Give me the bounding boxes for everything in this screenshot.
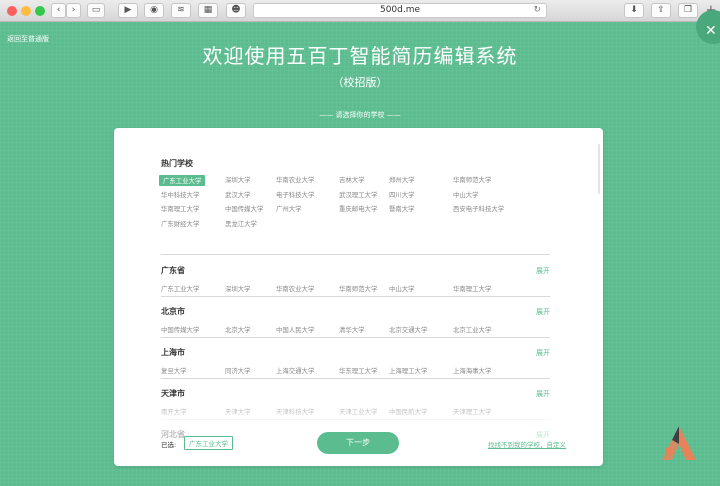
hot-school-chip[interactable]: 深圳大学 <box>225 175 251 184</box>
region-school-chip[interactable]: 中山大学 <box>389 284 415 293</box>
region-school-chip[interactable]: 华东理工大学 <box>339 366 377 375</box>
hot-school-chip[interactable]: 西安电子科技大学 <box>453 204 504 213</box>
hot-school-chip[interactable]: 广东财经大学 <box>161 219 199 228</box>
address-bar[interactable]: 500d.me ↻ <box>253 3 547 18</box>
hot-school-chip[interactable]: 吉林大学 <box>339 175 365 184</box>
region-school-chip[interactable]: 深圳大学 <box>225 284 251 293</box>
hot-school-chip[interactable]: 华南理工大学 <box>161 204 199 213</box>
region-school-chip[interactable]: 北京交通大学 <box>389 325 427 334</box>
scrollbar[interactable] <box>598 144 600 194</box>
hot-school-chip[interactable]: 四川大学 <box>389 190 415 199</box>
minimize-window-button[interactable] <box>21 6 31 16</box>
hot-school-chip[interactable]: 武汉理工大学 <box>339 190 377 199</box>
region-school-chip[interactable]: 同济大学 <box>225 366 251 375</box>
back-icon[interactable]: ‹ <box>51 3 66 18</box>
region-title: 广东省 <box>161 265 185 275</box>
share-icon[interactable]: ⇪ <box>651 3 671 18</box>
region-school-chip[interactable]: 清华大学 <box>339 325 365 334</box>
region-school-chip[interactable]: 北京大学 <box>225 325 251 334</box>
selected-label: 已选: <box>161 441 177 449</box>
tabs-icon[interactable]: ❐ <box>678 3 698 18</box>
custom-school-link[interactable]: 找找不到我的学校，自定义 <box>488 439 566 449</box>
region-school-chip[interactable]: 华南理工大学 <box>453 284 491 293</box>
region-expand-link[interactable]: 展开 <box>536 307 550 317</box>
region-school-chip[interactable]: 上海理工大学 <box>389 366 427 375</box>
forward-icon[interactable]: › <box>66 3 81 18</box>
reader-icon[interactable]: ◉ <box>144 3 164 18</box>
brand-logo-icon <box>662 426 696 460</box>
region-school-chip[interactable]: 复旦大学 <box>161 366 187 375</box>
region-expand-link[interactable]: 展开 <box>536 266 550 276</box>
region-school-chip[interactable]: 华南农业大学 <box>276 284 314 293</box>
hot-school-chip[interactable]: 中山大学 <box>453 190 479 199</box>
sidebar-icon[interactable]: ▭ <box>87 3 105 18</box>
region-school-chip[interactable]: 中国传媒大学 <box>161 325 199 334</box>
page-title: 欢迎使用五百丁智能简历编辑系统 <box>202 44 518 68</box>
hot-school-chip[interactable]: 华南农业大学 <box>276 175 314 184</box>
page-subtitle: （校招版） <box>332 76 388 89</box>
region-school-chip[interactable]: 华南师范大学 <box>339 284 377 293</box>
divider <box>161 337 550 338</box>
rss-icon[interactable]: ≋ <box>171 3 191 18</box>
hot-school-chip[interactable]: 暨南大学 <box>389 204 415 213</box>
region-title: 上海市 <box>161 347 185 357</box>
close-window-button[interactable] <box>7 6 17 16</box>
hot-school-chip[interactable]: 广东工业大学 <box>159 175 206 186</box>
hot-school-chip[interactable]: 华南师范大学 <box>453 175 491 184</box>
hot-school-chip[interactable]: 华中科技大学 <box>161 190 199 199</box>
browser-toolbar: ‹ › ▭ ▶ ◉ ≋ ▦ ☻ 500d.me ↻ ⬇ ⇪ ❐ + <box>0 0 720 22</box>
grammarly-icon[interactable]: ☻ <box>226 3 246 18</box>
hot-schools-title: 热门学校 <box>161 158 193 168</box>
page-background: 返回至普通版 ✕ 欢迎使用五百丁智能简历编辑系统 （校招版） —— 请选择你的学… <box>0 10 720 486</box>
divider <box>161 296 550 297</box>
bookmark-icon[interactable]: ▦ <box>198 3 218 18</box>
region-school-chip[interactable]: 上海交通大学 <box>276 366 314 375</box>
zoom-window-button[interactable] <box>35 6 45 16</box>
hot-school-chip[interactable]: 黑龙江大学 <box>225 219 257 228</box>
region-title: 北京市 <box>161 306 185 316</box>
divider <box>161 254 550 255</box>
next-step-button[interactable]: 下一步 <box>317 432 399 454</box>
hot-school-chip[interactable]: 广州大学 <box>276 204 302 213</box>
region-school-chip[interactable]: 广东工业大学 <box>161 284 199 293</box>
hot-school-chip[interactable]: 武汉大学 <box>225 190 251 199</box>
region-expand-link[interactable]: 展开 <box>536 348 550 358</box>
region-school-chip[interactable]: 中国人民大学 <box>276 325 314 334</box>
hot-school-chip[interactable]: 重庆邮电大学 <box>339 204 377 213</box>
reload-icon[interactable]: ↻ <box>533 4 541 17</box>
selected-school-chip[interactable]: 广东工业大学 <box>184 436 233 450</box>
url-text: 500d.me <box>379 5 421 15</box>
divider <box>161 378 550 379</box>
region-school-chip[interactable]: 北京工业大学 <box>453 325 491 334</box>
hot-school-chip[interactable]: 中国传媒大学 <box>225 204 263 213</box>
hot-school-chip[interactable]: 郑州大学 <box>389 175 415 184</box>
choose-school-prompt: —— 请选择你的学校 —— <box>319 111 401 119</box>
region-school-chip[interactable]: 上海海事大学 <box>453 366 491 375</box>
close-icon[interactable]: ✕ <box>696 10 720 44</box>
download-icon[interactable]: ⬇ <box>624 3 644 18</box>
play-icon[interactable]: ▶ <box>118 3 138 18</box>
scroll-fade <box>114 396 603 426</box>
hot-school-chip[interactable]: 电子科技大学 <box>276 190 314 199</box>
school-selector-panel: 热门学校 广东工业大学 深圳大学 华南农业大学 吉林大学 郑州大学 华南师范大学 华中科技大… <box>114 128 603 466</box>
